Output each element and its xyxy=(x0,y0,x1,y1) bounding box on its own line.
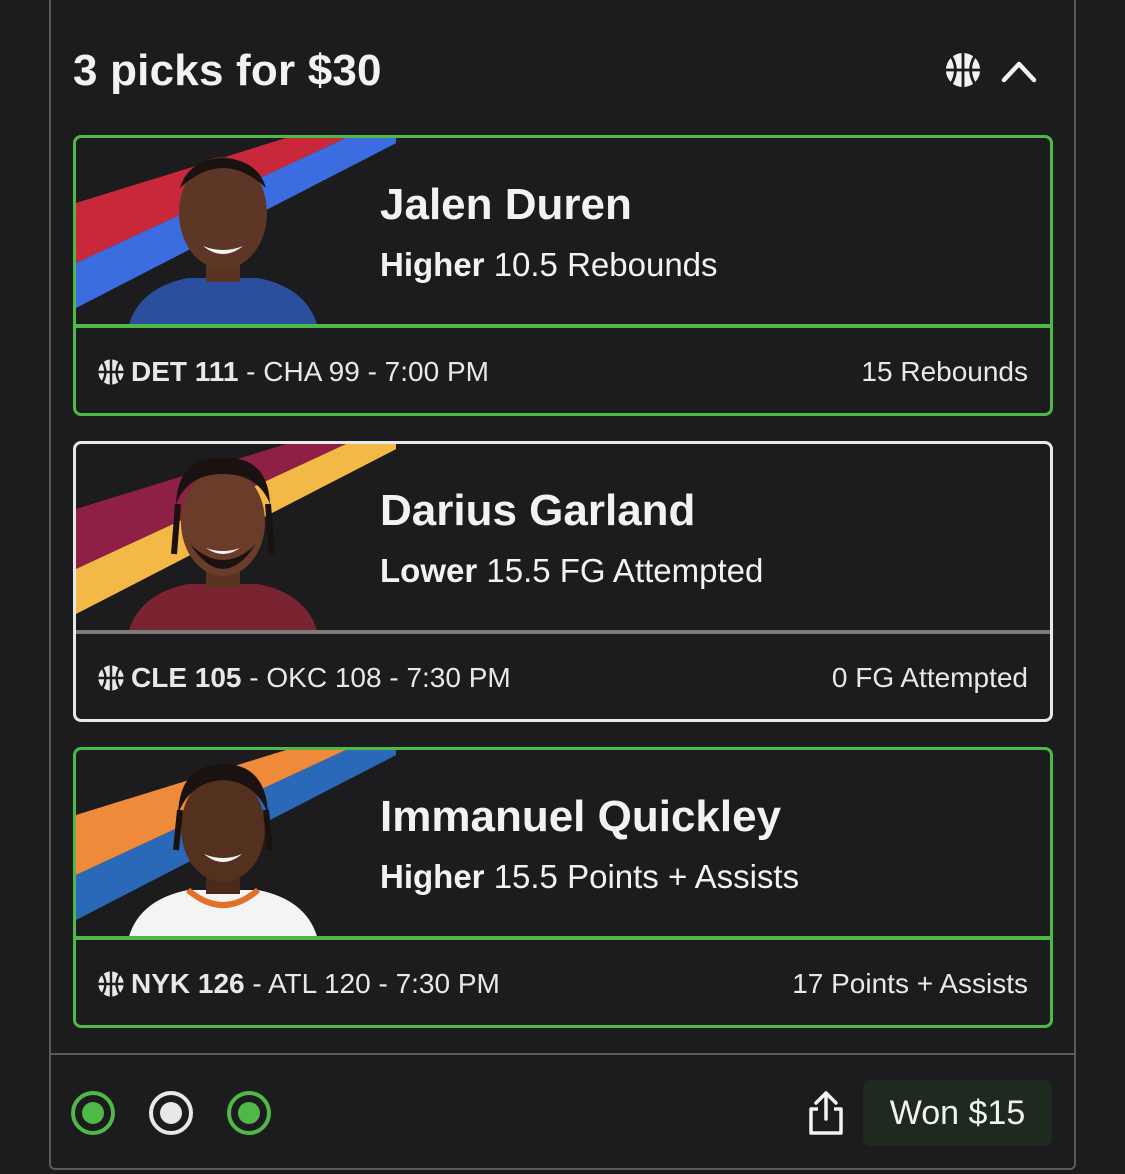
footer-divider xyxy=(51,1053,1074,1055)
won-amount-badge: Won $15 xyxy=(863,1080,1052,1146)
basketball-icon xyxy=(98,665,124,691)
team-score: NYK 126 xyxy=(131,968,245,999)
pick-stat-line: 10.5 Rebounds xyxy=(493,246,718,283)
game-info: NYK 126 - ATL 120 - 7:30 PM xyxy=(97,968,500,1000)
player-headshot xyxy=(129,764,317,936)
chevron-up-icon[interactable] xyxy=(999,52,1039,88)
pick-card-top: Darius Garland Lower 15.5 FG Attempted xyxy=(76,444,1050,634)
pick-card[interactable]: Immanuel Quickley Higher 15.5 Points + A… xyxy=(73,747,1053,1028)
share-icon[interactable] xyxy=(806,1089,846,1137)
basketball-icon xyxy=(945,52,981,88)
pick-line: Higher 15.5 Points + Assists xyxy=(380,858,799,896)
pick-direction: Higher xyxy=(380,246,485,283)
game-info: DET 111 - CHA 99 - 7:00 PM xyxy=(97,356,489,388)
pick-stat-line: 15.5 Points + Assists xyxy=(493,858,800,895)
player-name: Immanuel Quickley xyxy=(380,792,782,841)
entry-header: 3 picks for $30 xyxy=(73,40,1053,100)
entry-title: 3 picks for $30 xyxy=(73,46,382,95)
basketball-icon xyxy=(98,359,124,385)
player-name: Darius Garland xyxy=(380,486,696,535)
pick-line: Higher 10.5 Rebounds xyxy=(380,246,718,284)
pick-status-dot-pending xyxy=(149,1091,193,1135)
game-info: CLE 105 - OKC 108 - 7:30 PM xyxy=(97,662,511,694)
team-score: CLE 105 xyxy=(131,662,242,693)
pick-status-dot-win xyxy=(227,1091,271,1135)
basketball-icon xyxy=(98,971,124,997)
player-name: Jalen Duren xyxy=(380,180,632,229)
pick-result: 17 Points + Assists xyxy=(792,968,1028,999)
pick-card-bottom: DET 111 - CHA 99 - 7:00 PM 15 Rebounds xyxy=(76,332,1050,413)
pick-card[interactable]: Jalen Duren Higher 10.5 Rebounds DET 111… xyxy=(73,135,1053,416)
player-headshot xyxy=(129,457,317,630)
pick-card-bottom: CLE 105 - OKC 108 - 7:30 PM 0 FG Attempt… xyxy=(76,638,1050,719)
pick-status-dot-win xyxy=(71,1091,115,1135)
game-details: - CHA 99 - 7:00 PM xyxy=(238,356,489,387)
player-headshot xyxy=(129,157,317,324)
pick-result: 0 FG Attempted xyxy=(831,662,1028,693)
pick-card[interactable]: Darius Garland Lower 15.5 FG Attempted C… xyxy=(73,441,1053,722)
team-score: DET 111 xyxy=(131,356,239,387)
pick-line: Lower 15.5 FG Attempted xyxy=(380,552,763,590)
pick-direction: Lower xyxy=(380,552,478,589)
pick-card-top: Immanuel Quickley Higher 15.5 Points + A… xyxy=(76,750,1050,940)
pick-card-bottom: NYK 126 - ATL 120 - 7:30 PM 17 Points + … xyxy=(76,944,1050,1025)
pick-card-top: Jalen Duren Higher 10.5 Rebounds xyxy=(76,138,1050,328)
game-details: - OKC 108 - 7:30 PM xyxy=(241,662,511,693)
pick-stat-line: 15.5 FG Attempted xyxy=(486,552,764,589)
pick-direction: Higher xyxy=(380,858,485,895)
pick-result: 15 Rebounds xyxy=(861,356,1028,387)
game-details: - ATL 120 - 7:30 PM xyxy=(244,968,500,999)
